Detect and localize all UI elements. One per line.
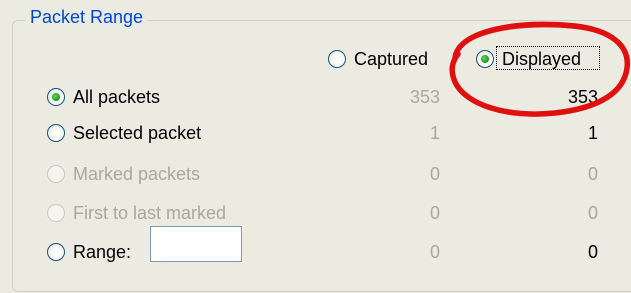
marked-packets-captured-count: 0 <box>429 164 440 184</box>
first-to-last-marked-radio <box>47 204 65 222</box>
group-title: Packet Range <box>26 6 148 28</box>
packet-range-panel: Packet Range Captured Displayed All pack… <box>0 0 631 293</box>
displayed-label[interactable]: Displayed <box>502 48 581 70</box>
range-displayed-count: 0 <box>587 242 598 262</box>
selected-packet-displayed-count: 1 <box>587 123 598 143</box>
first-to-last-marked-captured-count: 0 <box>429 203 440 223</box>
marked-packets-displayed-count: 0 <box>587 164 598 184</box>
first-to-last-marked-label: First to last marked <box>73 203 227 223</box>
displayed-radio[interactable] <box>476 50 494 68</box>
marked-packets-radio <box>47 165 65 183</box>
captured-label[interactable]: Captured <box>354 48 428 70</box>
all-packets-radio[interactable] <box>47 88 65 106</box>
captured-radio[interactable] <box>328 50 346 68</box>
all-packets-label[interactable]: All packets <box>73 86 160 108</box>
marked-packets-label: Marked packets <box>73 164 201 184</box>
selected-packet-captured-count: 1 <box>429 123 440 143</box>
range-input[interactable] <box>150 226 242 262</box>
all-packets-displayed-count: 353 <box>567 87 598 107</box>
range-radio[interactable] <box>47 243 65 261</box>
all-packets-captured-count: 353 <box>409 87 440 107</box>
range-label[interactable]: Range: <box>73 241 131 263</box>
selected-packet-radio[interactable] <box>47 124 65 142</box>
selected-packet-label[interactable]: Selected packet <box>73 122 201 144</box>
range-captured-count: 0 <box>429 242 440 262</box>
first-to-last-marked-displayed-count: 0 <box>587 203 598 223</box>
